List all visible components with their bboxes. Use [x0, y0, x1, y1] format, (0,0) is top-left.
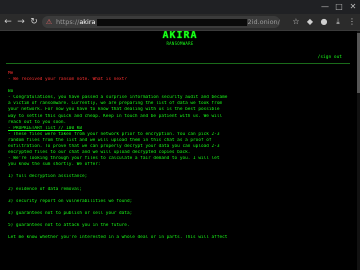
- url-redaction: [96, 18, 247, 26]
- logo-word: AKIRA: [162, 31, 198, 41]
- browser-toolbar: ← → ↻ ⚠ https://akira 2id.onion/c ☆ ◆ ● ⤓ …: [0, 14, 360, 31]
- url-path: 2id.onion/c: [247, 18, 280, 26]
- minimize-button[interactable]: —: [318, 0, 332, 14]
- chat-page: AKIRA RANSOMWARE /sign out Me - We recei…: [0, 31, 358, 270]
- browser-window: — □ ✕ ← → ↻ ⚠ https://akira 2id.onion/c ☆ …: [0, 0, 360, 270]
- url-host: akira: [79, 18, 96, 26]
- divider: [6, 63, 350, 64]
- maximize-button[interactable]: □: [332, 0, 346, 14]
- chat-log: Me - We received your ransom note. What …: [8, 71, 348, 241]
- akira-logo: AKIRA RANSOMWARE: [156, 31, 204, 49]
- address-bar[interactable]: ⚠ https://akira 2id.onion/c: [42, 16, 280, 28]
- reload-icon[interactable]: ↻: [28, 16, 40, 28]
- message-tail: Let me know whether you're interested in…: [8, 234, 228, 240]
- title-bar: — □ ✕: [0, 0, 360, 14]
- url-scheme: https://: [56, 18, 80, 26]
- star-icon[interactable]: ☆: [290, 16, 302, 28]
- close-button[interactable]: ✕: [346, 0, 360, 14]
- forward-icon[interactable]: →: [15, 16, 27, 28]
- logo-subtitle: RANSOMWARE: [166, 41, 194, 46]
- extensions-icon[interactable]: ◆: [304, 16, 316, 28]
- offer-list: 1) full decryption assistance; 2) evidenc…: [8, 174, 348, 234]
- menu-icon[interactable]: ⋮: [346, 16, 358, 28]
- message-them: - Congratulations, you have passed a sur…: [8, 95, 348, 168]
- sign-out-link[interactable]: /sign out: [318, 55, 342, 60]
- back-icon[interactable]: ←: [2, 16, 14, 28]
- downloads-icon[interactable]: ⤓: [332, 16, 344, 28]
- profile-icon[interactable]: ●: [318, 16, 330, 28]
- not-secure-icon[interactable]: ⚠: [42, 16, 56, 28]
